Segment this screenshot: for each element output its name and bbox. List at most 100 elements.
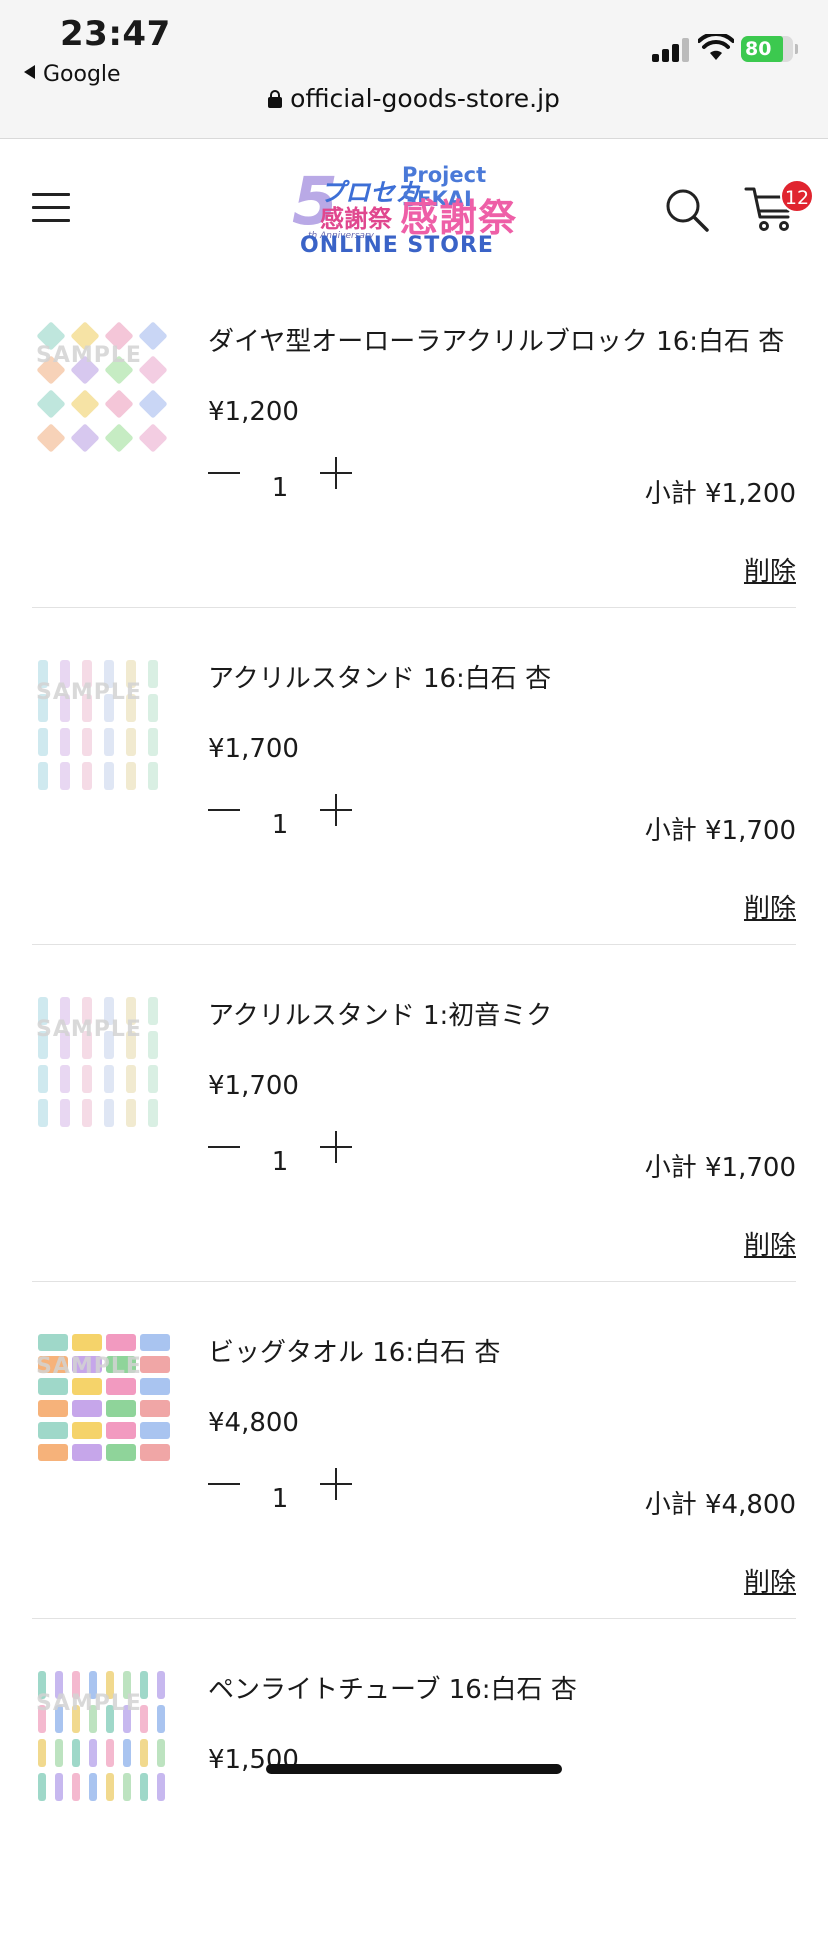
thumbnail-tile (148, 1065, 158, 1093)
thumbnail-tile (72, 1378, 102, 1395)
thumbnail-tile (106, 1422, 136, 1439)
thumbnail-tile (148, 728, 158, 756)
thumbnail-tile (148, 1099, 158, 1127)
thumbnail-tile (126, 728, 136, 756)
thumbnail-tile (70, 423, 100, 453)
thumbnail-watermark: SAMPLE (36, 680, 142, 705)
cart-item: SAMPLE アクリルスタンド 1:初音ミク ¥1,700 1 小計 ¥1,70… (0, 945, 828, 1282)
subtotal-label: 小計 (644, 1490, 697, 1520)
thumbnail-tile (38, 1422, 68, 1439)
remove-item-button[interactable]: 削除 (744, 888, 796, 925)
cart-item: SAMPLE ビッグタオル 16:白石 杏 ¥4,800 1 小計 ¥4,800… (0, 1282, 828, 1619)
thumbnail-tile (104, 762, 114, 790)
quantity-value[interactable]: 1 (262, 810, 298, 840)
thumbnail-tile (72, 1444, 102, 1461)
thumbnail-tile (82, 1065, 92, 1093)
decrease-quantity-button[interactable] (208, 1458, 242, 1508)
increase-quantity-button[interactable] (320, 447, 354, 497)
increase-quantity-button[interactable] (320, 1121, 354, 1171)
subtotal-label: 小計 (644, 1153, 697, 1183)
item-subtotal: 小計 ¥1,700 (645, 810, 796, 847)
thumbnail-tile (82, 1099, 92, 1127)
decrease-quantity-button[interactable] (208, 1121, 242, 1171)
search-icon[interactable] (664, 187, 710, 233)
thumbnail-tile (36, 389, 66, 419)
thumbnail-watermark: SAMPLE (36, 343, 142, 368)
status-bar: 23:47 Google 80 official-goods-store.jp (0, 0, 828, 139)
product-price: ¥1,200 (208, 397, 299, 427)
thumbnail-tile (60, 728, 70, 756)
thumbnail-tile (140, 1400, 170, 1417)
quantity-value[interactable]: 1 (262, 473, 298, 503)
thumbnail-tile (104, 1065, 114, 1093)
product-thumbnail[interactable]: SAMPLE (36, 658, 172, 794)
thumbnail-tile (55, 1739, 63, 1767)
thumbnail-tile (148, 762, 158, 790)
thumbnail-tile (82, 728, 92, 756)
battery-level: 80 (745, 38, 772, 60)
thumbnail-tile (38, 1739, 46, 1767)
thumbnail-tile (123, 1739, 131, 1767)
thumbnail-tile (106, 1334, 136, 1351)
thumbnail-tile (106, 1444, 136, 1461)
thumbnail-watermark: SAMPLE (36, 1691, 142, 1716)
thumbnail-tile (72, 1739, 80, 1767)
thumbnail-tile (72, 1334, 102, 1351)
thumbnail-tile (104, 1099, 114, 1127)
subtotal-value: ¥1,200 (705, 479, 796, 509)
subtotal-label: 小計 (644, 479, 697, 509)
thumbnail-tile (60, 1099, 70, 1127)
quantity-value[interactable]: 1 (262, 1484, 298, 1514)
product-thumbnail[interactable]: SAMPLE (36, 1669, 172, 1805)
product-name[interactable]: ダイヤ型オーローラアクリルブロック 16:白石 杏 (208, 321, 784, 358)
remove-item-button[interactable]: 削除 (744, 1562, 796, 1599)
product-thumbnail[interactable]: SAMPLE (36, 321, 172, 457)
thumbnail-tile (38, 1065, 48, 1093)
thumbnail-tile (104, 423, 134, 453)
quantity-value[interactable]: 1 (262, 1147, 298, 1177)
decrease-quantity-button[interactable] (208, 784, 242, 834)
store-header: 5 プロセカ 感謝祭 th Anniversary Project SEKAI … (0, 139, 828, 271)
increase-quantity-button[interactable] (320, 784, 354, 834)
remove-item-button[interactable]: 削除 (744, 1225, 796, 1262)
product-thumbnail[interactable]: SAMPLE (36, 995, 172, 1131)
thumbnail-tile (140, 1378, 170, 1395)
logo-online-store: ONLINE STORE (300, 233, 494, 258)
lock-icon (268, 90, 283, 108)
thumbnail-tile (140, 1444, 170, 1461)
product-name[interactable]: ビッグタオル 16:白石 杏 (208, 1332, 500, 1369)
subtotal-value: ¥1,700 (705, 816, 796, 846)
increase-quantity-button[interactable] (320, 1458, 354, 1508)
thumbnail-tile (138, 423, 168, 453)
thumbnail-tile (38, 1444, 68, 1461)
item-subtotal: 小計 ¥4,800 (645, 1484, 796, 1521)
address-bar[interactable]: official-goods-store.jp (0, 84, 828, 113)
thumbnail-tile (38, 1773, 46, 1801)
thumbnail-tile (38, 1334, 68, 1351)
product-thumbnail[interactable]: SAMPLE (36, 1332, 172, 1468)
remove-item-button[interactable]: 削除 (744, 551, 796, 588)
home-indicator (266, 1764, 562, 1774)
product-name[interactable]: アクリルスタンド 16:白石 杏 (208, 658, 551, 695)
product-name[interactable]: ペンライトチューブ 16:白石 杏 (208, 1669, 577, 1706)
thumbnail-tile (140, 1739, 148, 1767)
product-name[interactable]: アクリルスタンド 1:初音ミク (208, 995, 552, 1032)
thumbnail-tile (72, 1400, 102, 1417)
thumbnail-tile (89, 1773, 97, 1801)
cart-item: SAMPLE ダイヤ型オーローラアクリルブロック 16:白石 杏 ¥1,200 … (0, 271, 828, 608)
thumbnail-tile (104, 728, 114, 756)
cart-count-badge: 12 (780, 179, 814, 213)
thumbnail-tile (36, 423, 66, 453)
thumbnail-tile (72, 1773, 80, 1801)
subtotal-value: ¥1,700 (705, 1153, 796, 1183)
store-logo[interactable]: 5 プロセカ 感謝祭 th Anniversary Project SEKAI … (290, 163, 540, 258)
back-triangle-icon (24, 65, 35, 79)
thumbnail-tile (55, 1773, 63, 1801)
product-price: ¥4,800 (208, 1408, 299, 1438)
thumbnail-watermark: SAMPLE (36, 1017, 142, 1042)
item-subtotal: 小計 ¥1,200 (645, 473, 796, 510)
thumbnail-tile (38, 728, 48, 756)
cart-item: SAMPLE アクリルスタンド 16:白石 杏 ¥1,700 1 小計 ¥1,7… (0, 608, 828, 945)
decrease-quantity-button[interactable] (208, 447, 242, 497)
hamburger-menu-icon[interactable] (32, 193, 70, 223)
